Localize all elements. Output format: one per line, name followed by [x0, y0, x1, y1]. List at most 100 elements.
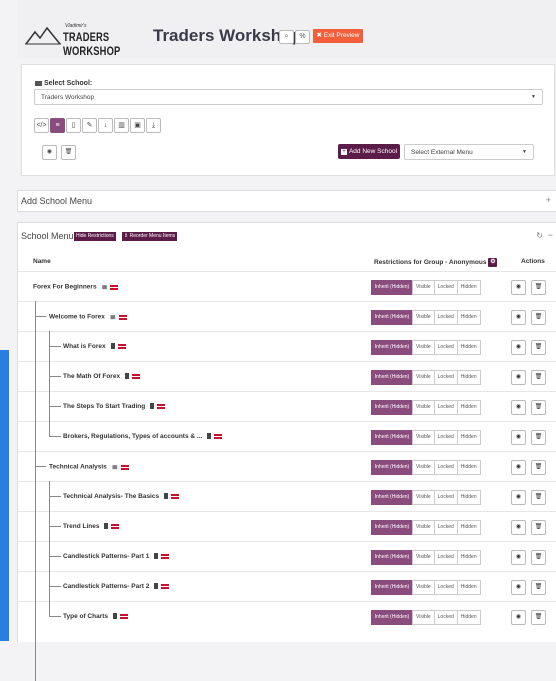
- expand-icon[interactable]: +: [546, 195, 551, 205]
- view-item-button[interactable]: ◉: [511, 460, 526, 475]
- restriction-option[interactable]: Visible: [412, 610, 435, 625]
- menu-item-name[interactable]: Candlestick Patterns- Part 1: [63, 553, 170, 560]
- restriction-option[interactable]: Inherit (Hidden): [371, 520, 413, 535]
- restriction-option[interactable]: Visible: [412, 580, 435, 595]
- restriction-option[interactable]: Visible: [412, 340, 435, 355]
- collapse-icon[interactable]: −: [548, 230, 553, 240]
- restriction-option[interactable]: Hidden: [456, 580, 481, 595]
- restriction-option[interactable]: Inherit (Hidden): [371, 280, 413, 295]
- restriction-option[interactable]: Hidden: [456, 460, 481, 475]
- menu-item-name[interactable]: The Steps To Start Trading: [63, 403, 166, 410]
- hide-restrictions-button[interactable]: Hide Restrictions: [74, 232, 116, 241]
- restriction-option[interactable]: Visible: [412, 430, 435, 445]
- page-button[interactable]: ▯: [66, 118, 81, 133]
- view-item-button[interactable]: ◉: [511, 550, 526, 565]
- restriction-option[interactable]: Locked: [433, 370, 458, 385]
- restriction-option[interactable]: Inherit (Hidden): [371, 610, 413, 625]
- restriction-option[interactable]: Locked: [433, 310, 458, 325]
- view-item-button[interactable]: ◉: [511, 280, 526, 295]
- restriction-option[interactable]: Inherit (Hidden): [371, 460, 413, 475]
- library-button[interactable]: ▥: [114, 118, 129, 133]
- restriction-option[interactable]: Locked: [433, 280, 458, 295]
- restriction-option[interactable]: Inherit (Hidden): [371, 370, 413, 385]
- restriction-option[interactable]: Locked: [433, 400, 458, 415]
- restriction-option[interactable]: Inherit (Hidden): [371, 400, 413, 415]
- restriction-option[interactable]: Hidden: [456, 430, 481, 445]
- download-button[interactable]: ⤓: [146, 118, 161, 133]
- view-item-button[interactable]: ◉: [511, 370, 526, 385]
- delete-item-button[interactable]: 🗑: [531, 460, 546, 475]
- menu-item-name[interactable]: What is Forex: [63, 343, 126, 350]
- menu-item-name[interactable]: Type of Charts: [63, 613, 129, 620]
- view-item-button[interactable]: ◉: [511, 490, 526, 505]
- reorder-menu-items-button[interactable]: ⇕ Reorder Menu Items: [122, 232, 178, 241]
- restriction-option[interactable]: Inherit (Hidden): [371, 550, 413, 565]
- menu-item-name[interactable]: Technical Analysis- The Basics: [63, 493, 180, 500]
- add-new-school-button[interactable]: + Add New School: [338, 144, 400, 159]
- restriction-option[interactable]: Inherit (Hidden): [371, 340, 413, 355]
- restriction-option[interactable]: Visible: [412, 520, 435, 535]
- view-item-button[interactable]: ◉: [511, 520, 526, 535]
- view-item-button[interactable]: ◉: [511, 310, 526, 325]
- restriction-option[interactable]: Hidden: [456, 370, 481, 385]
- restriction-option[interactable]: Hidden: [456, 520, 481, 535]
- restriction-option[interactable]: Inherit (Hidden): [371, 310, 413, 325]
- delete-item-button[interactable]: 🗑: [531, 430, 546, 445]
- external-menu-select[interactable]: Select External Menu ▼: [404, 144, 534, 160]
- menu-item-name[interactable]: Technical Analysis ≣: [49, 463, 129, 471]
- view-item-button[interactable]: ◉: [511, 610, 526, 625]
- restriction-option[interactable]: Hidden: [456, 490, 481, 505]
- menu-item-name[interactable]: Forex For Beginners ≣: [33, 283, 119, 291]
- menu-item-name[interactable]: The Math Of Forex: [63, 373, 141, 380]
- restriction-option[interactable]: Hidden: [456, 400, 481, 415]
- code-view-button[interactable]: </>: [34, 118, 49, 133]
- delete-item-button[interactable]: 🗑: [531, 490, 546, 505]
- delete-item-button[interactable]: 🗑: [531, 550, 546, 565]
- restriction-option[interactable]: Hidden: [456, 610, 481, 625]
- restriction-option[interactable]: Locked: [433, 460, 458, 475]
- view-item-button[interactable]: ◉: [511, 400, 526, 415]
- preview-button[interactable]: ◉: [42, 145, 57, 160]
- menu-item-name[interactable]: Brokers, Regulations, Types of accounts …: [63, 433, 223, 440]
- restriction-option[interactable]: Visible: [412, 550, 435, 565]
- restriction-option[interactable]: Visible: [412, 460, 435, 475]
- restriction-option[interactable]: Locked: [433, 550, 458, 565]
- delete-item-button[interactable]: 🗑: [531, 370, 546, 385]
- delete-item-button[interactable]: 🗑: [531, 280, 546, 295]
- view-item-button[interactable]: ◉: [511, 580, 526, 595]
- delete-item-button[interactable]: 🗑: [531, 580, 546, 595]
- link-button[interactable]: %: [295, 30, 310, 44]
- restriction-option[interactable]: Hidden: [456, 550, 481, 565]
- delete-item-button[interactable]: 🗑: [531, 610, 546, 625]
- delete-item-button[interactable]: 🗑: [531, 340, 546, 355]
- view-item-button[interactable]: ◉: [511, 430, 526, 445]
- zoom-button[interactable]: ⌕: [279, 30, 294, 44]
- restriction-option[interactable]: Visible: [412, 310, 435, 325]
- school-select[interactable]: Traders Workshop ▼: [34, 89, 543, 105]
- restriction-option[interactable]: Hidden: [456, 280, 481, 295]
- restriction-option[interactable]: Visible: [412, 400, 435, 415]
- restriction-option[interactable]: Locked: [433, 430, 458, 445]
- pin-button[interactable]: ↓: [98, 118, 113, 133]
- delete-school-button[interactable]: 🗑: [61, 145, 76, 160]
- restriction-option[interactable]: Locked: [433, 340, 458, 355]
- view-item-button[interactable]: ◉: [511, 340, 526, 355]
- restriction-option[interactable]: Hidden: [456, 340, 481, 355]
- delete-item-button[interactable]: 🗑: [531, 400, 546, 415]
- restriction-option[interactable]: Locked: [433, 520, 458, 535]
- add-school-menu-panel[interactable]: Add School Menu +: [17, 190, 556, 212]
- menu-item-name[interactable]: Welcome to Forex ≣: [49, 313, 127, 321]
- restriction-option[interactable]: Locked: [433, 610, 458, 625]
- exit-preview-button[interactable]: ✖ Exit Preview: [313, 29, 363, 43]
- delete-item-button[interactable]: 🗑: [531, 520, 546, 535]
- media-button[interactable]: ▣: [130, 118, 145, 133]
- restriction-option[interactable]: Visible: [412, 280, 435, 295]
- restriction-option[interactable]: Inherit (Hidden): [371, 490, 413, 505]
- restriction-option[interactable]: Inherit (Hidden): [371, 430, 413, 445]
- menu-item-name[interactable]: Candlestick Patterns- Part 2: [63, 583, 170, 590]
- refresh-icon[interactable]: ↻: [536, 231, 543, 240]
- restriction-option[interactable]: Locked: [433, 490, 458, 505]
- delete-item-button[interactable]: 🗑: [531, 310, 546, 325]
- restriction-option[interactable]: Inherit (Hidden): [371, 580, 413, 595]
- group-settings-icon[interactable]: ⚙: [488, 258, 498, 267]
